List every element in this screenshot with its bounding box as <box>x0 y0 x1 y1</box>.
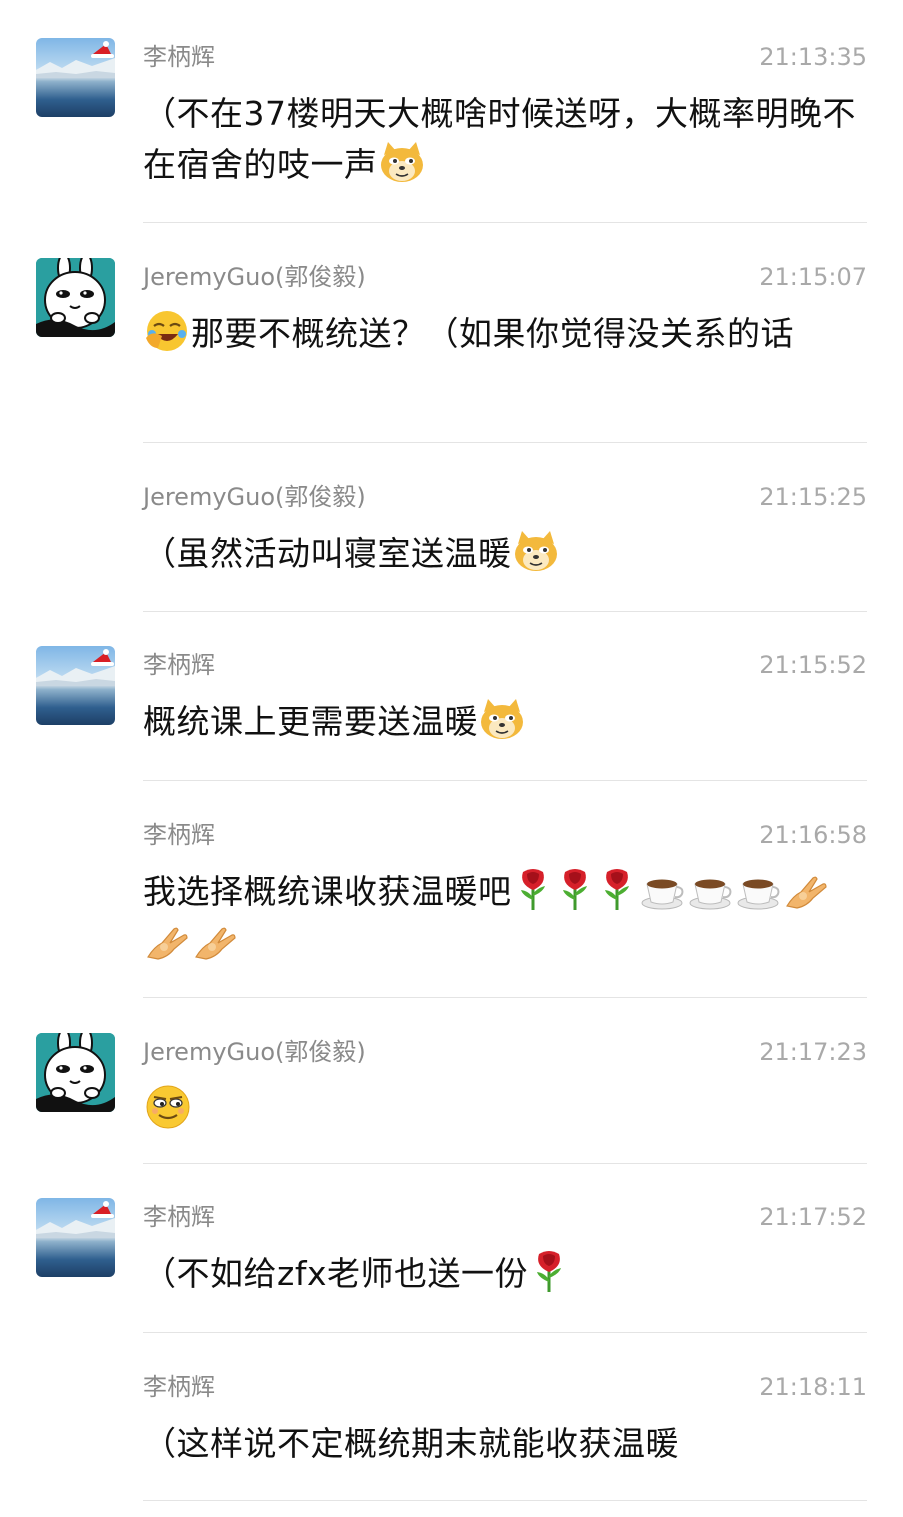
sender-name[interactable]: 李柄辉 <box>143 1372 215 1402</box>
rose-icon <box>555 866 595 912</box>
message-text: 那要不概统送？（如果你觉得没关系的话 <box>143 308 863 359</box>
ok-hand-icon <box>144 917 190 963</box>
bunny-avatar[interactable] <box>36 258 115 337</box>
message-text: （不在37楼明天大概啥时候送呀，大概率明晚不在宿舍的吱一声 <box>143 88 863 190</box>
message-divider <box>143 442 867 443</box>
doge-icon <box>479 696 525 742</box>
rose-icon <box>513 866 553 912</box>
message-text: 概统课上更需要送温暖 <box>143 696 863 747</box>
sender-name[interactable]: 李柄辉 <box>143 42 215 72</box>
message-timestamp: 21:15:07 <box>759 263 867 291</box>
sender-name[interactable]: 李柄辉 <box>143 1202 215 1232</box>
message-text: （不如给zfx老师也送一份 <box>143 1248 863 1299</box>
message-text-segment: （不如给zfx老师也送一份 <box>143 1254 528 1293</box>
lake-avatar[interactable] <box>36 38 115 117</box>
sender-name[interactable]: JeremyGuo(郭俊毅) <box>143 262 366 292</box>
message-divider <box>143 611 867 612</box>
facepalm-laugh-icon <box>144 308 190 354</box>
smirk-face-icon <box>144 1083 192 1131</box>
message-divider <box>143 997 867 998</box>
coffee-icon <box>687 866 733 912</box>
ok-hand-icon <box>783 866 829 912</box>
message-text-segment: 那要不概统送？（如果你觉得没关系的话 <box>191 314 794 353</box>
message-divider <box>143 780 867 781</box>
sender-name[interactable]: 李柄辉 <box>143 650 215 680</box>
rose-icon <box>529 1248 569 1294</box>
message-text: 我选择概统课收获温暖吧 <box>143 866 863 968</box>
doge-icon <box>513 528 559 574</box>
message-text-segment: （不在37楼明天大概啥时候送呀，大概率明晚不在宿舍的吱一声 <box>143 94 856 184</box>
lake-avatar[interactable] <box>36 1198 115 1277</box>
message-text: （这样说不定概统期末就能收获温暖 <box>143 1418 863 1469</box>
message-divider <box>143 1163 867 1164</box>
coffee-icon <box>639 866 685 912</box>
message-text-segment: 我选择概统课收获温暖吧 <box>143 872 512 911</box>
message-text-segment: （虽然活动叫寝室送温暖 <box>143 534 512 573</box>
message-text-segment: （这样说不定概统期末就能收获温暖 <box>143 1424 679 1463</box>
message-divider <box>143 1332 867 1333</box>
message-timestamp: 21:16:58 <box>759 821 867 849</box>
doge-icon <box>379 139 425 185</box>
message-timestamp: 21:15:52 <box>759 651 867 679</box>
ok-hand-icon <box>192 917 238 963</box>
sender-name[interactable]: 李柄辉 <box>143 820 215 850</box>
message-timestamp: 21:17:23 <box>759 1038 867 1066</box>
message-divider <box>143 1500 867 1501</box>
message-text <box>143 1083 863 1136</box>
lake-avatar[interactable] <box>36 646 115 725</box>
sender-name[interactable]: JeremyGuo(郭俊毅) <box>143 1037 366 1067</box>
coffee-icon <box>735 866 781 912</box>
sender-name[interactable]: JeremyGuo(郭俊毅) <box>143 482 366 512</box>
message-timestamp: 21:13:35 <box>759 43 867 71</box>
rose-icon <box>597 866 637 912</box>
message-timestamp: 21:17:52 <box>759 1203 867 1231</box>
message-divider <box>143 222 867 223</box>
message-timestamp: 21:18:11 <box>759 1373 867 1401</box>
bunny-avatar[interactable] <box>36 1033 115 1112</box>
message-text: （虽然活动叫寝室送温暖 <box>143 528 863 579</box>
message-timestamp: 21:15:25 <box>759 483 867 511</box>
message-text-segment: 概统课上更需要送温暖 <box>143 702 478 741</box>
